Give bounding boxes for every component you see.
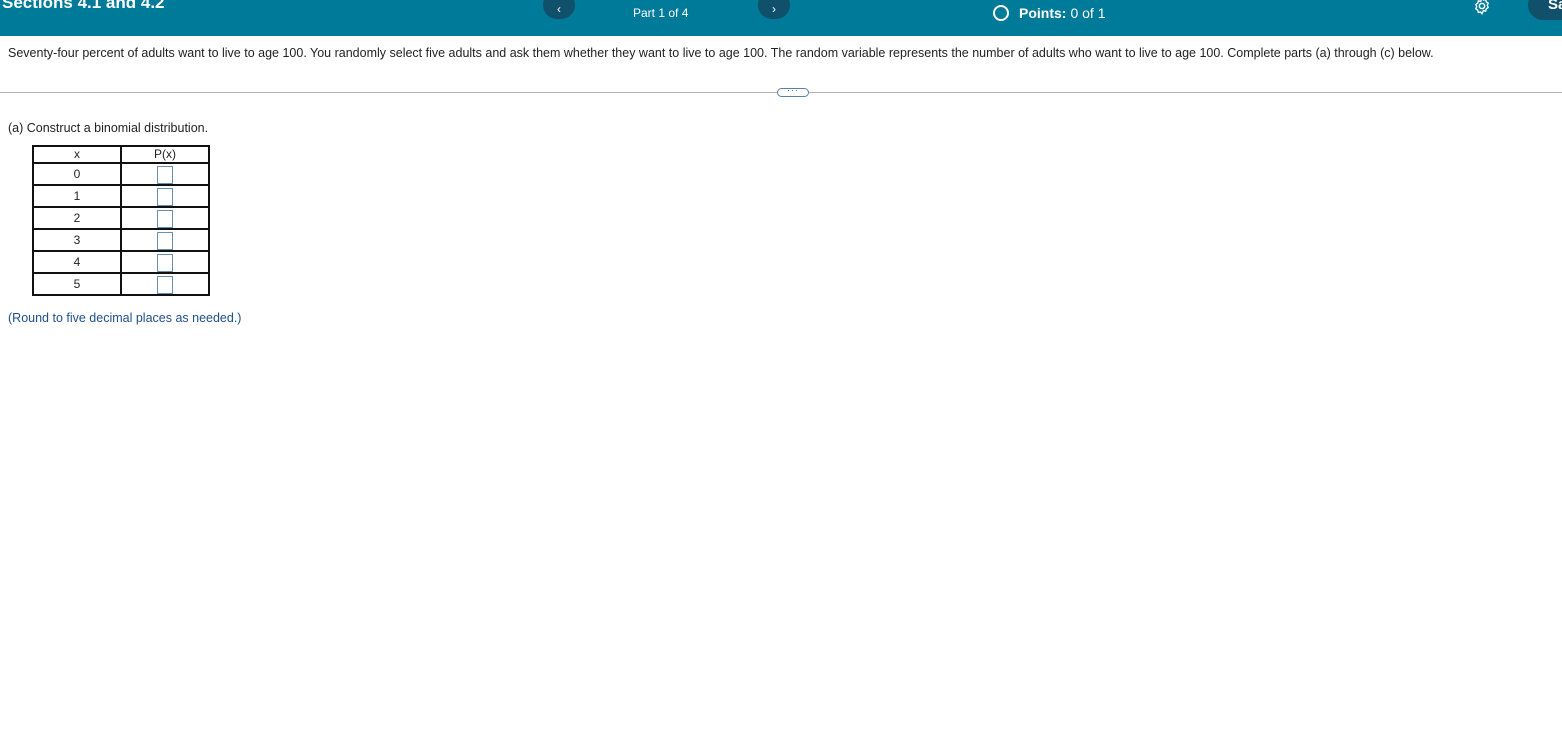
answer-input-px-3[interactable] [157, 231, 173, 250]
table-row: 0 [32, 162, 210, 186]
next-part-button[interactable]: › [758, 0, 790, 19]
status-circle-icon [993, 5, 1009, 21]
assignment-title: Sections 4.1 and 4.2 [2, 0, 165, 12]
x-value: 0 [32, 162, 122, 186]
x-value: 5 [32, 272, 122, 296]
answer-input-px-5[interactable] [157, 275, 173, 294]
chevron-left-icon: ‹ [557, 2, 561, 16]
points-value: 0 of 1 [1070, 5, 1106, 21]
table-header-row: x P(x) [32, 145, 210, 164]
table-row: 3 [32, 228, 210, 252]
chevron-right-icon: › [772, 2, 776, 16]
ellipsis-icon: ··· [787, 85, 799, 95]
binomial-distribution-table: x P(x) 0 1 2 3 4 5 [32, 145, 210, 296]
answer-input-px-4[interactable] [157, 253, 173, 272]
x-value: 4 [32, 250, 122, 274]
previous-part-button[interactable]: ‹ [543, 0, 575, 19]
gear-icon[interactable] [1472, 0, 1492, 16]
x-value: 2 [32, 206, 122, 230]
table-row: 4 [32, 250, 210, 274]
table-row: 1 [32, 184, 210, 208]
points-status: Points: 0 of 1 [993, 5, 1105, 21]
px-cell [120, 184, 210, 208]
table-row: 5 [32, 272, 210, 296]
px-cell [120, 162, 210, 186]
px-cell [120, 206, 210, 230]
answer-input-px-0[interactable] [157, 165, 173, 184]
px-cell [120, 250, 210, 274]
column-header-px: P(x) [120, 145, 210, 164]
x-value: 1 [32, 184, 122, 208]
answer-input-px-1[interactable] [157, 187, 173, 206]
top-bar: Sections 4.1 and 4.2 ‹ Part 1 of 4 › Poi… [0, 0, 1562, 36]
px-cell [120, 228, 210, 252]
part-indicator: Part 1 of 4 [633, 6, 689, 20]
table-row: 2 [32, 206, 210, 230]
x-value: 3 [32, 228, 122, 252]
points-label: Points: [1019, 5, 1067, 21]
rounding-instruction: (Round to five decimal places as needed.… [8, 311, 242, 325]
px-cell [120, 272, 210, 296]
answer-input-px-2[interactable] [157, 209, 173, 228]
question-text: Seventy-four percent of adults want to l… [8, 46, 1434, 60]
column-header-x: x [32, 145, 122, 164]
save-button[interactable]: Sa [1528, 0, 1562, 20]
expand-question-button[interactable]: ··· [777, 85, 809, 97]
part-a-prompt: (a) Construct a binomial distribution. [8, 121, 209, 135]
